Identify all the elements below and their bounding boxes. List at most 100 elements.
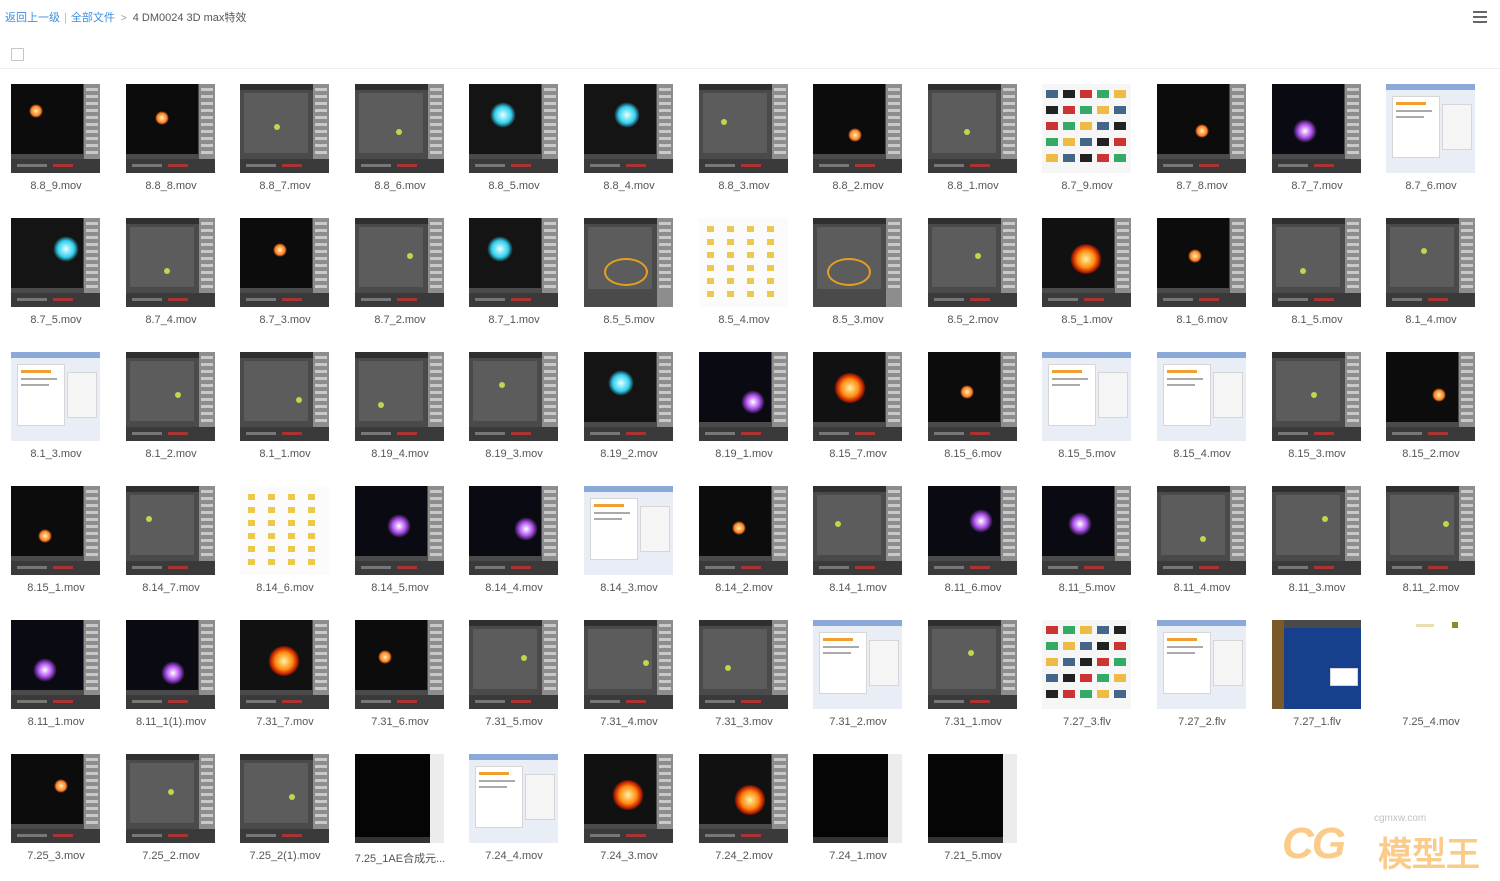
file-name[interactable]: 8.8_2.mov — [803, 180, 913, 192]
file-name[interactable]: 7.25_2(1).mov — [230, 850, 340, 862]
file-name[interactable]: 8.7_4.mov — [116, 314, 226, 326]
file-item[interactable]: 8.8_6.mov — [344, 84, 444, 208]
file-name[interactable]: 7.25_4.mov — [1376, 716, 1486, 728]
file-thumbnail[interactable] — [1157, 352, 1246, 441]
file-name[interactable]: 7.27_3.flv — [1032, 716, 1142, 728]
file-name[interactable]: 8.19_3.mov — [459, 448, 569, 460]
file-item[interactable]: 8.7_5.mov — [0, 218, 100, 342]
file-thumbnail[interactable] — [11, 754, 100, 843]
file-thumbnail[interactable] — [11, 84, 100, 173]
all-files-link[interactable]: 全部文件 — [71, 12, 115, 24]
file-name[interactable]: 8.5_5.mov — [574, 314, 684, 326]
file-item[interactable]: 7.25_3.mov — [0, 754, 100, 878]
file-thumbnail[interactable] — [1042, 218, 1131, 307]
file-item[interactable]: 8.1_6.mov — [1146, 218, 1246, 342]
file-thumbnail[interactable] — [126, 620, 215, 709]
file-thumbnail[interactable] — [1386, 218, 1475, 307]
file-thumbnail[interactable] — [469, 352, 558, 441]
file-item[interactable]: 8.14_4.mov — [458, 486, 558, 610]
file-item[interactable]: 7.31_6.mov — [344, 620, 444, 744]
file-item[interactable]: 8.8_7.mov — [229, 84, 329, 208]
file-item[interactable]: 8.1_4.mov — [1375, 218, 1475, 342]
file-name[interactable]: 8.7_9.mov — [1032, 180, 1142, 192]
file-name[interactable]: 7.31_3.mov — [689, 716, 799, 728]
file-name[interactable]: 8.19_1.mov — [689, 448, 799, 460]
file-thumbnail[interactable] — [126, 486, 215, 575]
file-name[interactable]: 7.27_2.flv — [1147, 716, 1257, 728]
file-name[interactable]: 7.24_3.mov — [574, 850, 684, 862]
file-name[interactable]: 7.25_3.mov — [1, 850, 111, 862]
file-thumbnail[interactable] — [1157, 218, 1246, 307]
file-name[interactable]: 8.1_3.mov — [1, 448, 111, 460]
file-thumbnail[interactable] — [813, 352, 902, 441]
file-name[interactable]: 8.19_4.mov — [345, 448, 455, 460]
file-name[interactable]: 7.31_1.mov — [918, 716, 1028, 728]
file-name[interactable]: 8.14_7.mov — [116, 582, 226, 594]
file-item[interactable]: 7.27_3.flv — [1031, 620, 1131, 744]
file-name[interactable]: 7.27_1.flv — [1262, 716, 1372, 728]
file-item[interactable]: 8.15_1.mov — [0, 486, 100, 610]
file-item[interactable]: 8.1_1.mov — [229, 352, 329, 476]
file-thumbnail[interactable] — [355, 352, 444, 441]
file-item[interactable]: 8.15_4.mov — [1146, 352, 1246, 476]
file-item[interactable]: 7.31_4.mov — [573, 620, 673, 744]
file-thumbnail[interactable] — [928, 218, 1017, 307]
file-item[interactable]: 7.27_2.flv — [1146, 620, 1246, 744]
file-thumbnail[interactable] — [240, 218, 329, 307]
file-item[interactable]: 8.19_4.mov — [344, 352, 444, 476]
file-name[interactable]: 7.31_4.mov — [574, 716, 684, 728]
file-name[interactable]: 8.5_4.mov — [689, 314, 799, 326]
file-name[interactable]: 8.5_3.mov — [803, 314, 913, 326]
file-item[interactable]: 8.11_6.mov — [917, 486, 1017, 610]
file-name[interactable]: 8.7_7.mov — [1262, 180, 1372, 192]
select-all-checkbox[interactable] — [11, 48, 24, 61]
file-item[interactable]: 8.7_4.mov — [115, 218, 215, 342]
file-name[interactable]: 8.1_2.mov — [116, 448, 226, 460]
file-item[interactable]: 7.25_2(1).mov — [229, 754, 329, 878]
file-thumbnail[interactable] — [126, 754, 215, 843]
file-item[interactable]: 7.25_4.mov — [1375, 620, 1475, 744]
file-item[interactable]: 8.8_2.mov — [802, 84, 902, 208]
file-item[interactable]: 8.15_3.mov — [1261, 352, 1361, 476]
file-thumbnail[interactable] — [699, 84, 788, 173]
file-thumbnail[interactable] — [469, 218, 558, 307]
file-name[interactable]: 8.14_3.mov — [574, 582, 684, 594]
file-thumbnail[interactable] — [1386, 84, 1475, 173]
file-name[interactable]: 8.15_3.mov — [1262, 448, 1372, 460]
file-name[interactable]: 7.24_1.mov — [803, 850, 913, 862]
file-thumbnail[interactable] — [699, 754, 788, 843]
file-item[interactable]: 8.5_4.mov — [688, 218, 788, 342]
file-item[interactable]: 7.31_5.mov — [458, 620, 558, 744]
file-thumbnail[interactable] — [469, 754, 558, 843]
back-link[interactable]: 返回上一级 — [5, 12, 60, 24]
file-name[interactable]: 8.15_4.mov — [1147, 448, 1257, 460]
file-item[interactable]: 8.5_5.mov — [573, 218, 673, 342]
file-name[interactable]: 8.14_2.mov — [689, 582, 799, 594]
file-item[interactable]: 8.19_1.mov — [688, 352, 788, 476]
file-item[interactable]: 7.24_2.mov — [688, 754, 788, 878]
file-name[interactable]: 7.25_1AE合成元... — [345, 850, 455, 866]
file-name[interactable]: 7.31_5.mov — [459, 716, 569, 728]
file-thumbnail[interactable] — [11, 620, 100, 709]
file-name[interactable]: 8.11_3.mov — [1262, 582, 1372, 594]
file-name[interactable]: 8.11_2.mov — [1376, 582, 1486, 594]
file-thumbnail[interactable] — [699, 620, 788, 709]
file-thumbnail[interactable] — [1157, 486, 1246, 575]
file-item[interactable]: 7.24_1.mov — [802, 754, 902, 878]
file-item[interactable]: 8.8_9.mov — [0, 84, 100, 208]
file-thumbnail[interactable] — [240, 620, 329, 709]
file-name[interactable]: 7.25_2.mov — [116, 850, 226, 862]
file-item[interactable]: 8.7_8.mov — [1146, 84, 1246, 208]
file-name[interactable]: 8.19_2.mov — [574, 448, 684, 460]
file-name[interactable]: 8.8_6.mov — [345, 180, 455, 192]
file-item[interactable]: 8.8_5.mov — [458, 84, 558, 208]
file-thumbnail[interactable] — [355, 84, 444, 173]
file-thumbnail[interactable] — [928, 620, 1017, 709]
file-name[interactable]: 8.5_1.mov — [1032, 314, 1142, 326]
file-name[interactable]: 8.1_6.mov — [1147, 314, 1257, 326]
file-name[interactable]: 7.31_2.mov — [803, 716, 913, 728]
file-name[interactable]: 8.11_5.mov — [1032, 582, 1142, 594]
file-item[interactable]: 8.15_5.mov — [1031, 352, 1131, 476]
file-thumbnail[interactable] — [11, 486, 100, 575]
menu-icon[interactable] — [1473, 11, 1487, 24]
